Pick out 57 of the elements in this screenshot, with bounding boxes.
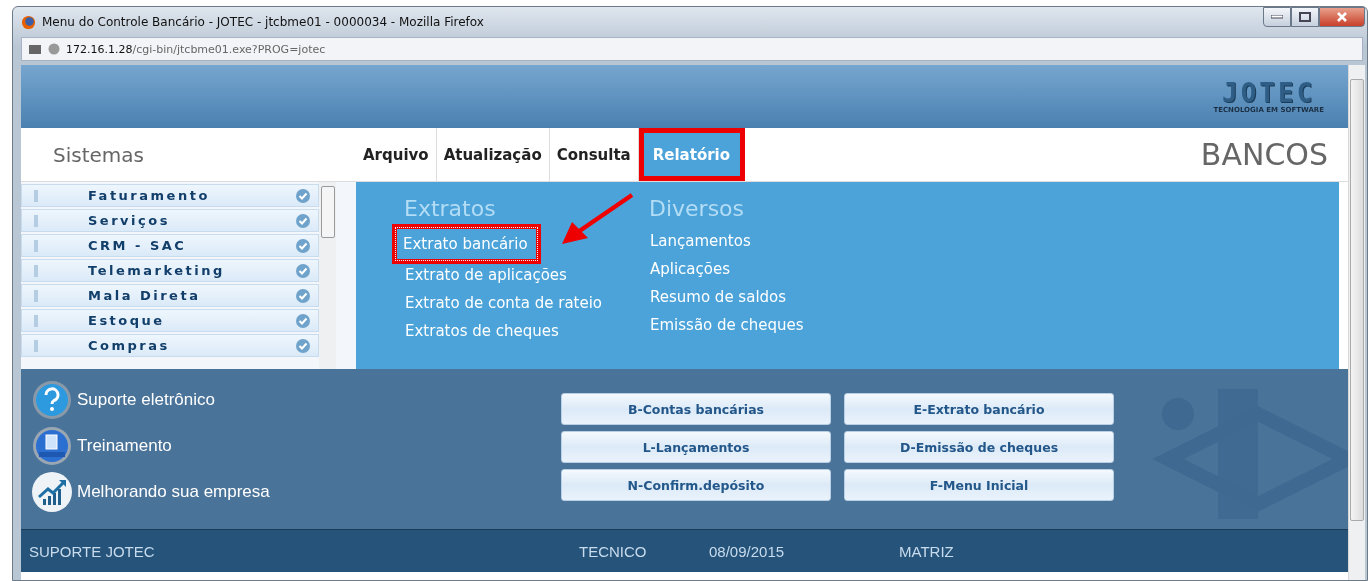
grip-icon bbox=[34, 189, 38, 202]
menu-tab[interactable]: Consulta bbox=[549, 128, 639, 181]
support-link[interactable]: Suporte eletrônico bbox=[31, 379, 551, 421]
shortcut-button[interactable]: B-Contas bancárias bbox=[561, 393, 831, 425]
grip-icon bbox=[34, 239, 38, 252]
scrollbar[interactable] bbox=[1348, 65, 1365, 580]
chart-icon bbox=[31, 471, 73, 513]
check-icon bbox=[296, 338, 310, 353]
grip-icon bbox=[34, 214, 38, 227]
maximize-icon bbox=[1299, 12, 1311, 22]
minimize-button[interactable] bbox=[1263, 7, 1291, 27]
sidebar-item[interactable]: Estoque bbox=[21, 309, 319, 332]
browser-icon bbox=[21, 14, 36, 30]
check-icon bbox=[296, 288, 310, 303]
shortcut-button[interactable]: D-Emissão de cheques bbox=[844, 431, 1114, 463]
close-button[interactable] bbox=[1319, 7, 1365, 27]
shortcut-button[interactable]: N-Confirm.depósito bbox=[561, 469, 831, 501]
grip-icon bbox=[34, 314, 38, 327]
support-link[interactable]: Melhorando sua empresa bbox=[31, 471, 551, 513]
grip-icon bbox=[34, 264, 38, 277]
document-icon bbox=[31, 425, 73, 467]
help-icon bbox=[31, 379, 73, 421]
sidebar-item[interactable]: Mala Direta bbox=[21, 284, 319, 307]
check-icon bbox=[296, 188, 310, 203]
sidebar-item[interactable]: Faturamento bbox=[21, 184, 319, 207]
status-date: 08/09/2015 bbox=[709, 542, 786, 560]
shortcut-button[interactable]: L-Lançamentos bbox=[561, 431, 831, 463]
logo: JOTEC bbox=[1222, 79, 1316, 106]
grip-icon bbox=[34, 289, 38, 302]
status-user: TECNICO bbox=[579, 542, 648, 560]
menu-heading: Diversos bbox=[649, 196, 746, 221]
maximize-button[interactable] bbox=[1291, 7, 1319, 27]
sidebar-item[interactable]: Compras bbox=[21, 334, 319, 357]
close-icon bbox=[1336, 12, 1348, 22]
support-link[interactable]: Treinamento bbox=[31, 425, 551, 467]
check-icon bbox=[296, 313, 310, 328]
minimize-icon bbox=[1271, 15, 1283, 19]
check-icon bbox=[296, 213, 310, 228]
sidebar-title: Sistemas bbox=[53, 142, 144, 167]
menu-tab[interactable]: Arquivo bbox=[356, 128, 437, 181]
menu-heading: Extratos bbox=[404, 196, 497, 221]
status-text: SUPORTE JOTEC bbox=[28, 542, 156, 560]
shortcut-button[interactable]: E-Extrato bancário bbox=[844, 393, 1114, 425]
module-title: BANCOS bbox=[1200, 137, 1329, 172]
shortcut-button[interactable]: F-Menu Inicial bbox=[844, 469, 1114, 501]
scrollbar[interactable] bbox=[319, 182, 336, 369]
grip-icon bbox=[34, 339, 38, 352]
sidebar-item[interactable]: Serviços bbox=[21, 209, 319, 232]
check-icon bbox=[296, 263, 310, 278]
menu-tab[interactable]: Atualização bbox=[436, 128, 550, 181]
page-icon bbox=[28, 43, 42, 55]
sidebar-item[interactable]: Telemarketing bbox=[21, 259, 319, 282]
sidebar-item[interactable]: CRM - SAC bbox=[21, 234, 319, 257]
status-branch: MATRIZ bbox=[899, 542, 954, 560]
check-icon bbox=[296, 238, 310, 253]
url-field[interactable]: 172.16.1.28/cgi-bin/jtcbme01.exe?PROG=jotec bbox=[66, 42, 326, 56]
window-title: Menu do Controle Bancário - JOTEC - jtcbme01 - 0000034 - Mozilla Firefox bbox=[42, 15, 485, 29]
